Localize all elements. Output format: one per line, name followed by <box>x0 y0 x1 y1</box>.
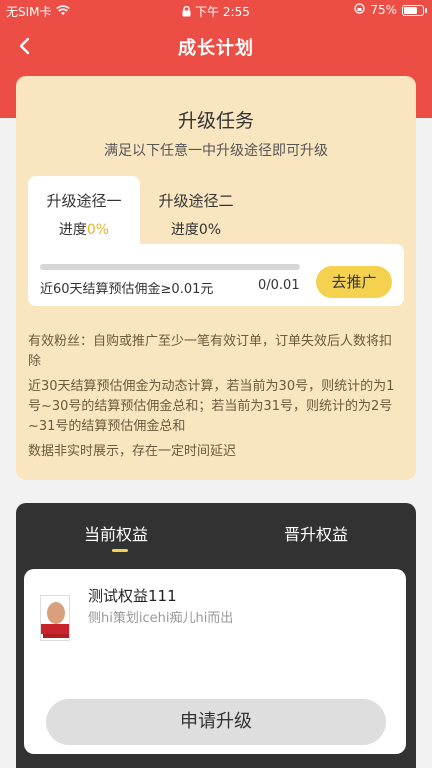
note-text: 数据非实时展示，存在一定时间延迟 <box>28 444 237 459</box>
tab-path-one-progress: 进度0% <box>58 222 110 238</box>
benefit-card: 测试权益111 侧hi策划icehi痴儿hi而出 申请升级 <box>24 569 406 754</box>
active-tab-indicator <box>112 549 128 552</box>
note-text: 有效粉丝：自购或推广至少一笔有效订单，订单失效后人数将扣除 <box>28 334 393 369</box>
benefit-thumbnail <box>40 595 70 641</box>
battery-icon <box>402 4 427 16</box>
tab-current-benefits[interactable]: 当前权益 <box>16 521 216 545</box>
tab-path-one-label: 升级途径一 <box>46 192 122 210</box>
progress-bar <box>40 264 300 270</box>
path-requirement: 近60天结算预估佣金≥0.01元 0/0.01 去推广 <box>28 244 404 306</box>
benefit-title: 测试权益111 <box>88 587 177 605</box>
task-title: 升级任务 <box>177 110 254 132</box>
tab-path-two-progress: 进度0% <box>170 222 222 238</box>
apply-upgrade-button[interactable]: 申请升级 <box>46 699 386 745</box>
tab-path-two-label: 升级途径二 <box>158 192 234 210</box>
tab-path-two[interactable]: 升级途径二 进度0% <box>140 176 252 246</box>
page-title: 成长计划 <box>178 38 254 59</box>
note-text: 近30天结算预估佣金为动态计算，若当前为30号，则统计的为1号~30号的结算预估… <box>28 379 395 434</box>
requirement-value: 0/0.01 <box>258 278 300 293</box>
benefit-description: 侧hi策划icehi痴儿hi而出 <box>88 611 234 626</box>
tab-path-one[interactable]: 升级途径一 进度0% <box>28 176 140 246</box>
status-time: 下午 2:55 <box>195 5 250 19</box>
promote-button[interactable]: 去推广 <box>316 266 392 298</box>
task-subtitle: 满足以下任意一中升级途径即可升级 <box>104 143 328 159</box>
requirement-label: 近60天结算预估佣金≥0.01元 <box>40 282 214 297</box>
lock-icon <box>182 6 191 17</box>
battery-percent: 75% <box>370 3 397 17</box>
rules-notes: 有效粉丝：自购或推广至少一笔有效订单，订单失效后人数将扣除 近30天结算预估佣金… <box>28 332 404 467</box>
rotation-lock-icon <box>354 3 365 17</box>
upgrade-task-card: 升级任务 满足以下任意一中升级途径即可升级 升级途径一 进度0% 升级途径二 进… <box>16 76 416 480</box>
navigation-bar: 成长计划 <box>0 26 432 66</box>
status-bar: 无SIM卡 下午 2:55 75% <box>0 0 432 22</box>
tab-promotion-benefits[interactable]: 晋升权益 <box>216 521 416 545</box>
